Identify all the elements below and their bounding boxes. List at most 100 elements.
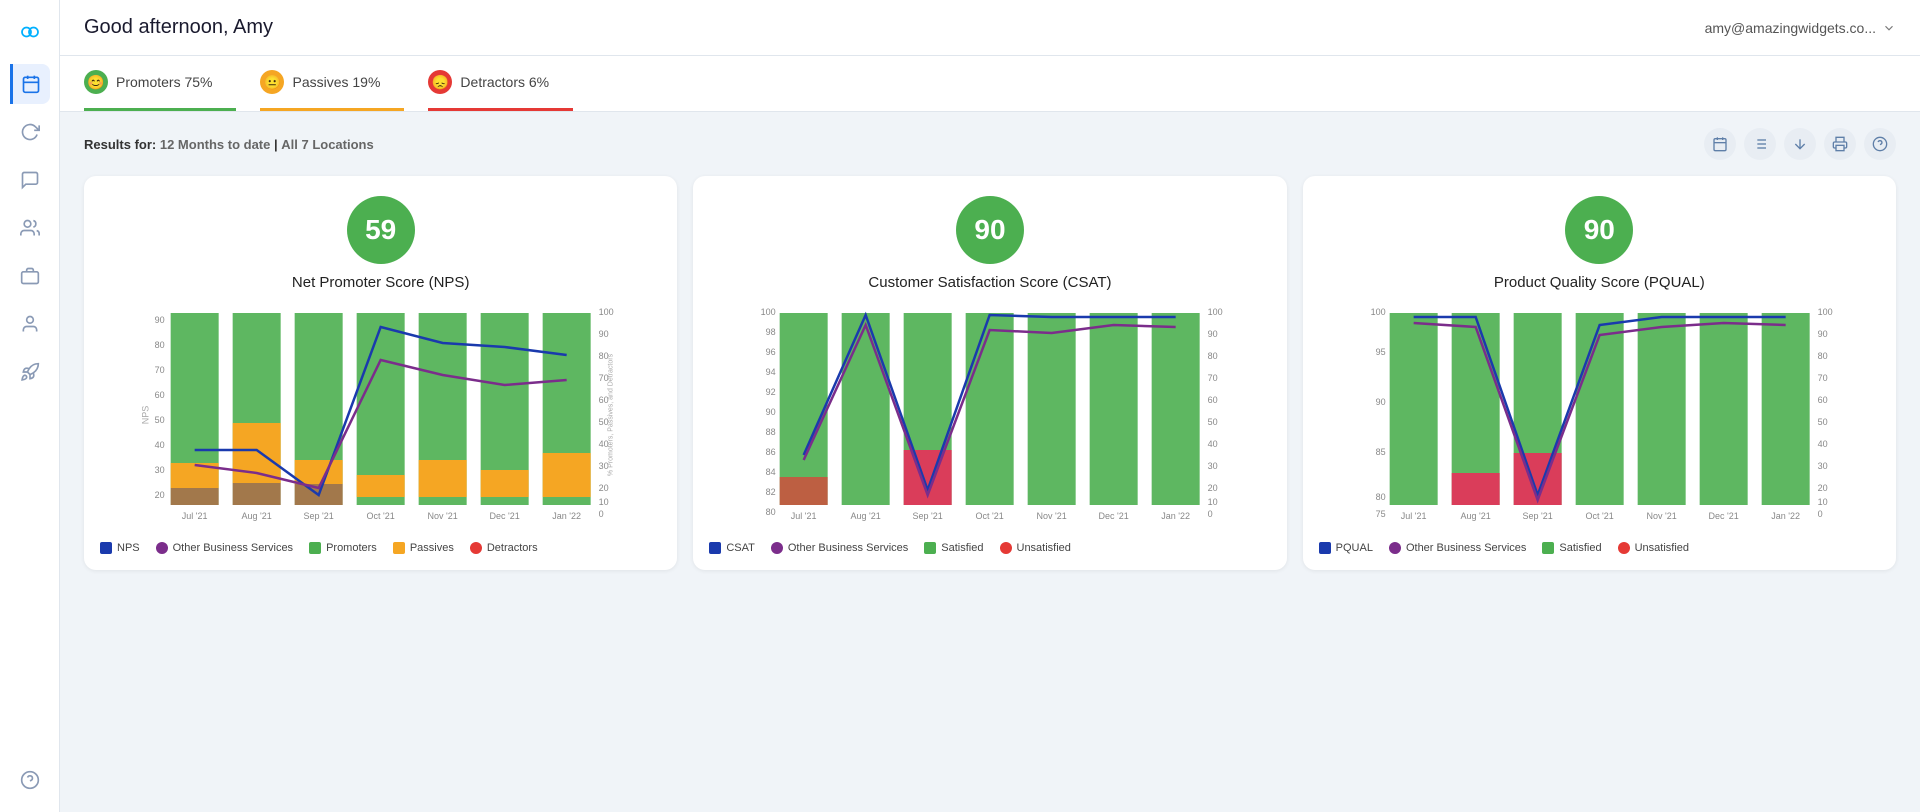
- svg-text:Nov '21: Nov '21: [1646, 511, 1676, 521]
- list-view-button[interactable]: [1744, 128, 1776, 160]
- svg-text:100: 100: [761, 307, 776, 317]
- csat-other-biz-color: [771, 542, 783, 554]
- chat-icon: [20, 170, 40, 190]
- passives-icon: 😐: [260, 70, 284, 94]
- svg-text:40: 40: [1817, 439, 1827, 449]
- csat-score-circle: 90: [956, 196, 1024, 264]
- svg-text:90: 90: [766, 407, 776, 417]
- legend-pqual-satisfied: Satisfied: [1542, 542, 1601, 554]
- help-button[interactable]: [1864, 128, 1896, 160]
- filter-bar: Results for: 12 Months to date | All 7 L…: [84, 128, 1896, 160]
- pqual-color: [1319, 542, 1331, 554]
- tab-passives-label: Passives 19%: [292, 74, 380, 90]
- svg-text:0: 0: [1817, 509, 1822, 519]
- filter-period: 12 Months to date: [160, 137, 271, 152]
- briefcase-icon: [20, 266, 40, 286]
- svg-text:100: 100: [1370, 307, 1385, 317]
- svg-text:30: 30: [155, 465, 165, 475]
- sidebar-item-help[interactable]: [10, 760, 50, 800]
- svg-text:100: 100: [1817, 307, 1832, 317]
- pqual-other-biz-color: [1389, 542, 1401, 554]
- svg-text:40: 40: [155, 440, 165, 450]
- legend-detractors: Detractors: [470, 542, 538, 554]
- svg-text:84: 84: [766, 467, 776, 477]
- other-biz-color: [156, 542, 168, 554]
- svg-text:40: 40: [1208, 439, 1218, 449]
- svg-text:86: 86: [766, 447, 776, 457]
- legend-pqual-unsatisfied: Unsatisfied: [1618, 542, 1689, 554]
- sidebar-item-users[interactable]: [10, 208, 50, 248]
- svg-text:Jan '22: Jan '22: [1162, 511, 1191, 521]
- svg-text:80: 80: [766, 507, 776, 517]
- sidebar-item-refresh[interactable]: [10, 112, 50, 152]
- tab-promoters-label: Promoters 75%: [116, 74, 212, 90]
- svg-text:90: 90: [599, 329, 609, 339]
- header: Good afternoon, Amy amy@amazingwidgets.c…: [60, 0, 1920, 56]
- legend-csat-other-business: Other Business Services: [771, 542, 908, 554]
- svg-text:Aug '21: Aug '21: [242, 511, 272, 521]
- svg-text:90: 90: [1375, 397, 1385, 407]
- sidebar-item-person[interactable]: [10, 304, 50, 344]
- svg-text:NPS: NPS: [141, 406, 151, 425]
- svg-text:Jan '22: Jan '22: [552, 511, 581, 521]
- promoters-icon: 😊: [84, 70, 108, 94]
- svg-text:Oct '21: Oct '21: [1585, 511, 1613, 521]
- svg-text:20: 20: [1817, 483, 1827, 493]
- calendar-icon: [21, 74, 41, 94]
- sidebar-logo[interactable]: [10, 12, 50, 52]
- svg-text:Aug '21: Aug '21: [1460, 511, 1490, 521]
- svg-text:Nov '21: Nov '21: [428, 511, 458, 521]
- pqual-unsatisfied-color: [1618, 542, 1630, 554]
- filter-text: Results for: 12 Months to date | All 7 L…: [84, 137, 374, 152]
- calendar-view-button[interactable]: [1704, 128, 1736, 160]
- tab-passives[interactable]: 😐 Passives 19%: [260, 56, 404, 111]
- sidebar-item-briefcase[interactable]: [10, 256, 50, 296]
- filter-label: Results for:: [84, 137, 156, 152]
- svg-text:88: 88: [766, 427, 776, 437]
- pqual-chart-area: 100 95 90 85 80 75 100 90 80 70 60 50 40: [1319, 305, 1880, 530]
- svg-text:50: 50: [1817, 417, 1827, 427]
- svg-text:90: 90: [155, 315, 165, 325]
- sort-icon: [1792, 136, 1808, 152]
- users-icon: [20, 218, 40, 238]
- svg-text:10: 10: [1208, 497, 1218, 507]
- svg-text:70: 70: [155, 365, 165, 375]
- tab-promoters[interactable]: 😊 Promoters 75%: [84, 56, 236, 111]
- calendar-view-icon: [1712, 136, 1728, 152]
- nps-color: [100, 542, 112, 554]
- nps-chart-title: Net Promoter Score (NPS): [292, 274, 470, 291]
- svg-text:50: 50: [1208, 417, 1218, 427]
- legend-nps: NPS: [100, 542, 140, 554]
- pqual-chart-title: Product Quality Score (PQUAL): [1494, 274, 1705, 291]
- svg-text:70: 70: [1817, 373, 1827, 383]
- svg-text:90: 90: [1208, 329, 1218, 339]
- promoters-color: [309, 542, 321, 554]
- logo-icon: [20, 22, 40, 42]
- detractors-label: Detractors: [487, 542, 538, 554]
- score-tabs-bar: 😊 Promoters 75% 😐 Passives 19% 😞 Detract…: [60, 56, 1920, 112]
- sidebar-item-chat[interactable]: [10, 160, 50, 200]
- svg-text:Jul '21: Jul '21: [182, 511, 208, 521]
- sidebar-item-rocket[interactable]: [10, 352, 50, 392]
- svg-text:60: 60: [155, 390, 165, 400]
- pqual-score-circle: 90: [1565, 196, 1633, 264]
- svg-text:80: 80: [1208, 351, 1218, 361]
- user-menu[interactable]: amy@amazingwidgets.co...: [1705, 20, 1896, 36]
- print-button[interactable]: [1824, 128, 1856, 160]
- svg-text:82: 82: [766, 487, 776, 497]
- chevron-down-icon: [1882, 21, 1896, 35]
- pqual-chart-card: 90 Product Quality Score (PQUAL) 100 95 …: [1303, 176, 1896, 570]
- legend-csat-satisfied: Satisfied: [924, 542, 983, 554]
- svg-text:94: 94: [766, 367, 776, 377]
- sidebar-item-calendar[interactable]: [10, 64, 50, 104]
- svg-text:Nov '21: Nov '21: [1037, 511, 1067, 521]
- csat-chart-svg: 100 98 96 94 92 90 88 86 84 82 80 100 90: [709, 305, 1270, 525]
- svg-text:Oct '21: Oct '21: [367, 511, 395, 521]
- tab-detractors[interactable]: 😞 Detractors 6%: [428, 56, 573, 111]
- print-icon: [1832, 136, 1848, 152]
- charts-grid: 59 Net Promoter Score (NPS) 90 80 70 60 …: [84, 176, 1896, 570]
- svg-text:80: 80: [1375, 492, 1385, 502]
- svg-text:10: 10: [1817, 497, 1827, 507]
- content-area: Results for: 12 Months to date | All 7 L…: [60, 112, 1920, 812]
- sort-button[interactable]: [1784, 128, 1816, 160]
